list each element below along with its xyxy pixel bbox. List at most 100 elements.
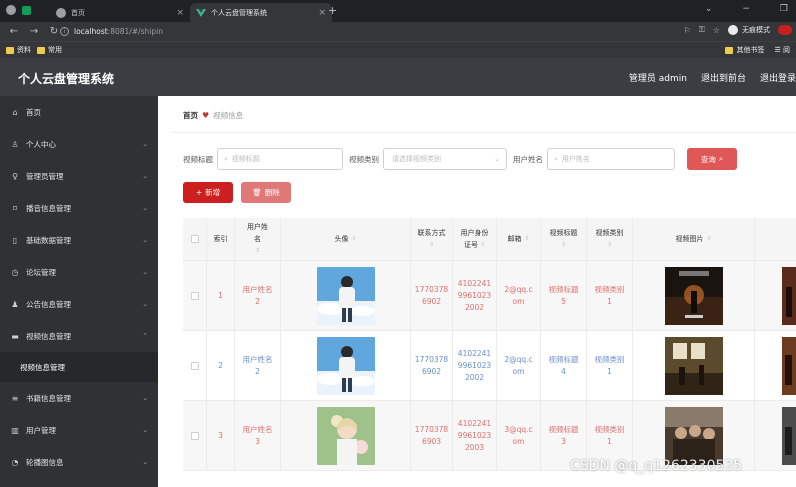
row-checkbox[interactable]	[190, 291, 199, 300]
logout-link[interactable]: 退出登录	[760, 71, 796, 84]
globe-icon	[56, 7, 66, 18]
select-all-checkbox[interactable]	[190, 235, 199, 243]
row-select-cell	[183, 261, 207, 330]
incognito-indicator[interactable]: 无痕模式	[728, 25, 770, 35]
key-icon[interactable]: ⚿	[699, 25, 705, 35]
sidebar-item-admin[interactable]: ♀ 管理员管理 ⌄	[0, 160, 158, 192]
query-button[interactable]: 查询 ⌕	[687, 148, 737, 170]
tab-home[interactable]: 首页 ×	[50, 3, 190, 22]
cell-email: 2@qq.c om	[497, 331, 541, 400]
cell-text: 视频标题	[548, 284, 579, 294]
col-index-label: 索引	[213, 235, 228, 243]
col-email[interactable]: 邮箱 ⇕	[497, 218, 541, 260]
type-select[interactable]: 请选择视频类别 ⌄	[383, 148, 507, 170]
bookmark-folder-2[interactable]: 常用	[37, 45, 62, 55]
book-icon: ≡	[11, 393, 19, 403]
sidebar-item-forum[interactable]: ◷ 论坛管理 ⌄	[0, 256, 158, 288]
col-overflow	[755, 218, 796, 260]
sidebar-item-video[interactable]: ▬ 视频信息管理 ⌃	[0, 320, 158, 352]
reload-icon[interactable]: ↻	[48, 26, 60, 37]
app-shortcut-icon[interactable]	[22, 5, 31, 15]
table-row[interactable]: 2 用户姓名 2 1770378 6902 4102241 9961023 20…	[183, 331, 796, 401]
new-tab-button[interactable]: +	[328, 4, 337, 17]
cell-video-image	[633, 331, 755, 400]
user-search-input[interactable]: ⌕ 用户姓名	[547, 148, 675, 170]
cell-text: 1	[607, 436, 612, 446]
bookmark-label: 资料	[17, 46, 31, 54]
cell-email: 2@qq.c om	[497, 261, 541, 330]
sidebar-subitem-label: 视频信息管理	[20, 362, 65, 372]
cell-overflow	[755, 261, 796, 330]
sidebar-item-personal-center[interactable]: ♙ 个人中心 ⌄	[0, 128, 158, 160]
sidebar-item-books[interactable]: ≡ 书籍信息管理 ⌄	[0, 382, 158, 414]
col-video-category[interactable]: 视频类别 ⇕	[587, 218, 633, 260]
reading-list[interactable]: ☰ 阅	[774, 45, 790, 55]
cell-user-name: 用户姓名 2	[235, 331, 281, 400]
sidebar-item-base-data[interactable]: ▯ 基础数据管理 ⌄	[0, 224, 158, 256]
sort-icon[interactable]: ⇕	[561, 239, 566, 251]
cell-text: 视频标题	[548, 424, 579, 434]
cell-text: 1770378	[414, 284, 449, 294]
video-poster-image	[664, 406, 723, 465]
sidebar-item-label: 播音信息管理	[26, 203, 71, 213]
bookmark-folder-1[interactable]: 资料	[6, 45, 31, 55]
delete-button[interactable]: 🗑 删除	[241, 182, 291, 203]
cell-text: 6903	[421, 436, 442, 446]
col-idcard-label-2: 证号	[463, 241, 478, 249]
tab-close-icon[interactable]: ×	[318, 8, 326, 18]
sort-icon[interactable]: ⇕	[524, 233, 529, 245]
tab-active[interactable]: 个人云盘管理系统 ×	[190, 3, 332, 22]
row-checkbox[interactable]	[190, 361, 199, 370]
sort-icon[interactable]: ⇕	[255, 245, 260, 257]
translate-icon[interactable]: ⚐	[684, 26, 691, 35]
row-checkbox[interactable]	[190, 431, 199, 440]
cell-text: 9961023	[457, 430, 492, 440]
title-search-input[interactable]: ⌕ 视频标题	[217, 148, 343, 170]
cell-video-title: 视频标题 5	[541, 261, 587, 330]
tab-search-icon[interactable]: ⌄	[705, 4, 713, 14]
star-icon[interactable]: ☆	[713, 26, 720, 35]
chevron-down-icon: ⌄	[142, 268, 148, 276]
sidebar-item-notice[interactable]: ♟ 公告信息管理 ⌄	[0, 288, 158, 320]
add-button[interactable]: + 新增	[183, 182, 233, 203]
col-video-image[interactable]: 视频图片 ⇕	[633, 218, 755, 260]
cell-text: 4102241	[457, 278, 492, 288]
col-user-name[interactable]: 用户姓 名 ⇕	[235, 218, 281, 260]
cell-text: 5	[561, 296, 566, 306]
profile-badge[interactable]	[778, 25, 792, 35]
cell-text: om	[512, 366, 525, 376]
sort-icon[interactable]: ⇕	[607, 239, 612, 251]
breadcrumb-home[interactable]: 首页	[183, 110, 198, 121]
browser-menu-icon[interactable]	[6, 5, 16, 15]
sidebar-item-carousel[interactable]: ◔ 轮播图信息 ⌄	[0, 446, 158, 478]
col-avatar[interactable]: 头像 ⇕	[281, 218, 411, 260]
col-index: 索引	[207, 218, 235, 260]
minimize-icon[interactable]: −	[742, 4, 750, 14]
site-info-icon[interactable]: i	[60, 27, 69, 36]
row-select-cell	[183, 331, 207, 400]
sidebar-item-broadcast[interactable]: ⌑ 播音信息管理 ⌄	[0, 192, 158, 224]
exit-to-frontend-link[interactable]: 退出到前台	[701, 71, 746, 84]
restore-icon[interactable]: ❐	[780, 4, 788, 14]
other-bookmarks[interactable]: 其他书签	[725, 45, 764, 55]
back-icon[interactable]: ←	[8, 26, 20, 37]
sort-icon[interactable]: ⇕	[351, 233, 356, 245]
col-idcard[interactable]: 用户身份 证号 ⇕	[453, 218, 497, 260]
sort-icon[interactable]: ⇕	[429, 239, 434, 251]
cell-index: 2	[207, 331, 235, 400]
sort-icon[interactable]: ⇕	[706, 233, 711, 245]
admin-user-label: 管理员 admin	[628, 74, 687, 84]
table-row[interactable]: 1 用户姓名 2 1770378 6902 4102241 9961023 20…	[183, 261, 796, 331]
sidebar-item-home[interactable]: ⌂ 首页	[0, 96, 158, 128]
sidebar-subitem-video-info[interactable]: 视频信息管理	[0, 352, 158, 382]
cell-text: om	[512, 296, 525, 306]
sidebar-item-users[interactable]: ▥ 用户管理 ⌄	[0, 414, 158, 446]
sort-icon[interactable]: ⇕	[480, 239, 485, 251]
forward-icon[interactable]: →	[28, 26, 40, 37]
avatar-image	[316, 266, 375, 325]
cell-text: 1770378	[414, 354, 449, 364]
col-video-title[interactable]: 视频标题 ⇕	[541, 218, 587, 260]
tab-close-icon[interactable]: ×	[176, 8, 184, 18]
url-field[interactable]: i localhost :8081/#/shipin	[60, 25, 660, 38]
col-phone[interactable]: 联系方式 ⇕	[411, 218, 453, 260]
